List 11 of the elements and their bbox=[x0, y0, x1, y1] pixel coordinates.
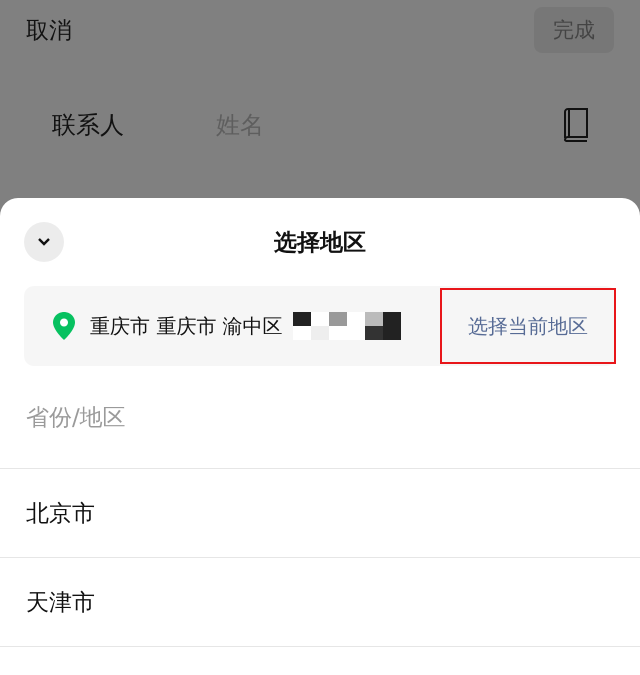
cancel-button[interactable]: 取消 bbox=[26, 14, 72, 46]
select-current-region-button[interactable]: 选择当前地区 bbox=[440, 288, 616, 364]
region-item[interactable]: 天津市 bbox=[0, 558, 640, 647]
location-text: 重庆市 重庆市 渝中区 bbox=[90, 312, 283, 340]
contact-label: 联系人 bbox=[52, 110, 125, 141]
sheet-title: 选择地区 bbox=[274, 228, 366, 258]
location-pin-icon bbox=[52, 311, 76, 341]
collapse-button[interactable] bbox=[24, 222, 64, 262]
book-icon[interactable] bbox=[562, 108, 590, 142]
region-item[interactable]: 北京市 bbox=[0, 469, 640, 558]
section-header: 省份/地区 bbox=[0, 366, 640, 469]
